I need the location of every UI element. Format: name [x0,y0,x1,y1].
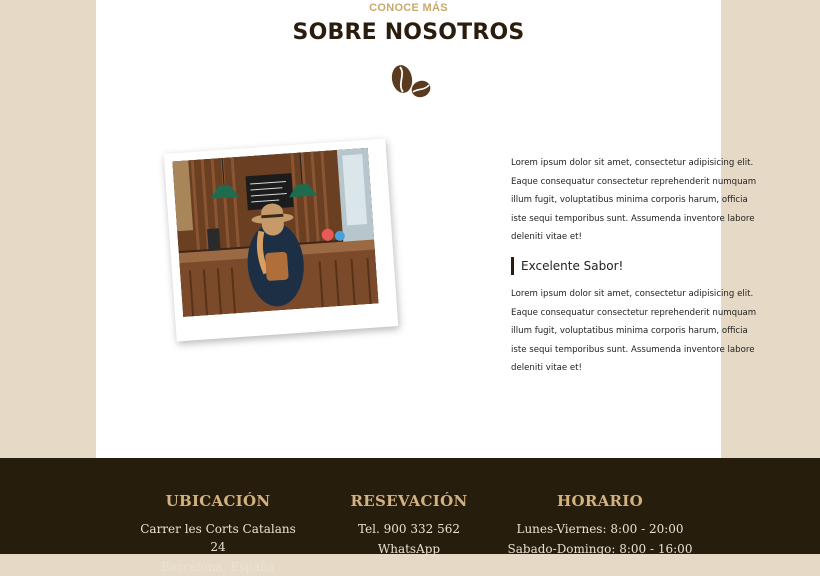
about-paragraph-1: Lorem ipsum dolor sit amet, consectetur … [511,158,757,243]
footer-location-heading: UBICACIÓN [165,492,271,510]
about-text: Lorem ipsum dolor sit amet, consectetur … [511,154,761,378]
footer-reservation-phone[interactable]: Tel. 900 332 562 [334,520,484,538]
highlight-quote: Excelente Sabor! [511,256,761,275]
footer-location-city: Barcelona, España [161,560,275,574]
about-paragraph-2: Lorem ipsum dolor sit amet, consectetur … [511,288,757,374]
footer-location-address: Carrer les Corts Catalans 24 [140,522,296,554]
section-eyebrow: CONOCE MÁS [369,2,448,14]
footer-schedule: HORARIO Lunes-Viernes: 8:00 - 20:00 Saba… [505,492,695,558]
cafe-photo [172,147,379,318]
footer-location: UBICACIÓN Carrer les Corts Catalans 24 B… [133,492,303,576]
coffee-beans-icon [391,65,431,98]
footer-reservation-heading: RESEVACIÓN [350,492,468,510]
footer-schedule-weekend: Sabado-Domingo: 8:00 - 16:00 [507,542,693,556]
footer-schedule-heading: HORARIO [557,492,643,510]
footer-reservation: RESEVACIÓN Tel. 900 332 562 WhatsApp [334,492,484,558]
footer: UBICACIÓN Carrer les Corts Catalans 24 B… [0,458,820,574]
footer-reservation-whatsapp[interactable]: WhatsApp [334,540,484,558]
footer-schedule-weekdays: Lunes-Viernes: 8:00 - 20:00 [516,522,684,536]
cafe-photo-frame [163,138,399,342]
section-title: SOBRE NOSOTROS [292,20,525,45]
